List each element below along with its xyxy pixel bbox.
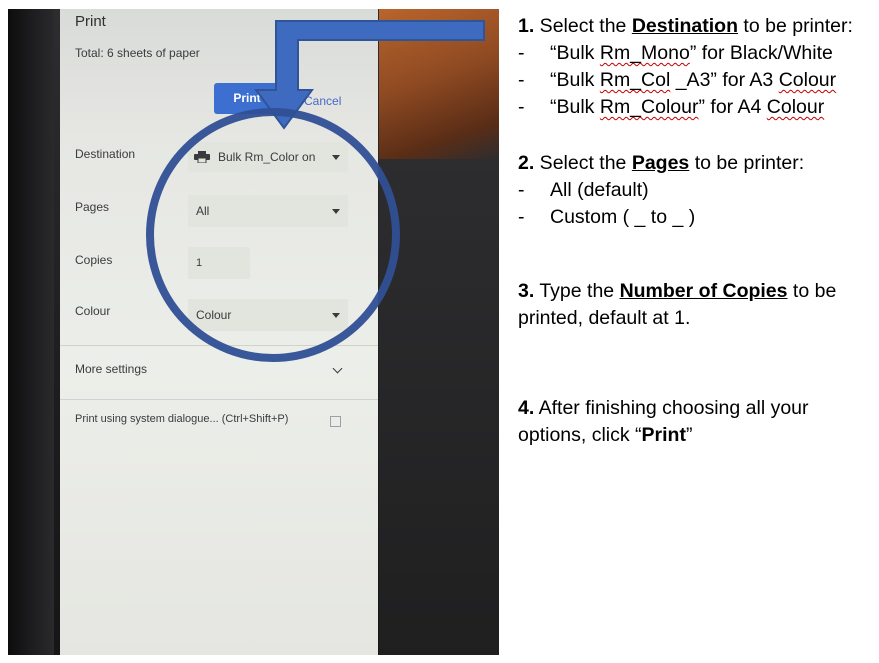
bullet-dash: -	[518, 179, 525, 201]
system-dialog-link[interactable]: Print using system dialogue... (Ctrl+Shi…	[75, 413, 288, 425]
bullet-text: Rm_Colour	[599, 96, 699, 118]
step-keyword: Number of Copies	[619, 280, 788, 302]
bullet-item: - “Bulk Rm_Mono” for Black/White	[518, 40, 874, 67]
step-text: Select the	[534, 15, 632, 37]
pages-value: All	[196, 204, 210, 218]
bullet-text: Rm_Mono	[599, 42, 690, 64]
dropdown-caret-icon	[332, 155, 340, 160]
monitor-bezel	[8, 9, 54, 655]
bullet-dash: -	[518, 42, 525, 64]
destination-value: Bulk Rm_Color on	[218, 150, 316, 164]
print-dialog: Print Total: 6 sheets of paper Print Can…	[60, 9, 378, 655]
step-3: 3. Type the Number of Copies to be print…	[518, 278, 874, 332]
sheet-total: Total: 6 sheets of paper	[75, 46, 200, 60]
bullet-item: - All (default)	[518, 177, 874, 204]
step-keyword: Pages	[631, 152, 690, 174]
step-number: 4.	[518, 397, 535, 419]
bullet-dash: -	[518, 206, 525, 228]
step-number: 3.	[518, 280, 535, 302]
divider	[60, 399, 378, 400]
bullet-text: Rm_Col	[599, 69, 671, 91]
bullet-text: Colour	[778, 69, 837, 91]
destination-label: Destination	[75, 147, 136, 161]
print-dialog-photo: Print Total: 6 sheets of paper Print Can…	[8, 9, 499, 655]
step-4: 4. After finishing choosing all your opt…	[518, 395, 874, 449]
step-text: to be printer:	[738, 15, 853, 37]
colour-value: Colour	[196, 308, 232, 322]
bullet-dash: -	[518, 69, 525, 91]
destination-select[interactable]: Bulk Rm_Color on	[188, 142, 348, 172]
step-keyword: Print	[641, 424, 686, 446]
bullet-item: - “Bulk Rm_Col _A3” for A3 Colour	[518, 67, 874, 94]
bullet-text: ” for Black/White	[689, 42, 833, 64]
open-external-icon[interactable]	[330, 416, 341, 427]
step-number: 2.	[518, 152, 535, 174]
step-text: ”	[685, 424, 693, 446]
background-desk	[379, 9, 499, 159]
step-1: 1. Select the Destination to be printer:	[518, 13, 874, 40]
copies-label: Copies	[75, 253, 113, 267]
step-2: 2. Select the Pages to be printer:	[518, 150, 874, 177]
background-dark	[379, 159, 499, 655]
bullet-text: Colour	[766, 96, 825, 118]
dropdown-caret-icon	[332, 313, 340, 318]
pages-select[interactable]: All	[188, 195, 348, 227]
divider	[60, 345, 378, 346]
dialog-title: Print	[75, 13, 106, 30]
dropdown-caret-icon	[332, 209, 340, 214]
bullet-text: Custom ( _ to _ )	[550, 206, 696, 228]
bullet-text: _A3” for A3	[670, 69, 779, 91]
step-keyword: Destination	[631, 15, 739, 37]
copies-input[interactable]: 1	[188, 247, 250, 279]
chevron-down-icon[interactable]	[332, 363, 343, 374]
colour-select[interactable]: Colour	[188, 299, 348, 331]
colour-label: Colour	[75, 304, 111, 318]
step-number: 1.	[518, 15, 535, 37]
printer-icon	[194, 151, 210, 163]
print-button[interactable]: Print	[214, 83, 292, 114]
bullet-dash: -	[518, 96, 525, 118]
copies-value: 1	[196, 257, 203, 269]
step-text: to be printer:	[689, 152, 805, 174]
step-text: Type the	[534, 280, 620, 302]
bullet-text: “Bulk	[550, 42, 600, 64]
cancel-button[interactable]: Cancel	[304, 94, 341, 108]
bullet-item: - Custom ( _ to _ )	[518, 204, 874, 231]
pages-label: Pages	[75, 200, 110, 214]
bullet-text: All (default)	[550, 179, 649, 201]
bullet-text: ” for A4	[698, 96, 767, 118]
bullet-text: “Bulk	[550, 96, 600, 118]
instructions-panel: 1. Select the Destination to be printer:…	[518, 13, 874, 449]
more-settings-label[interactable]: More settings	[75, 362, 147, 376]
bullet-text: “Bulk	[550, 69, 600, 91]
bullet-item: - “Bulk Rm_Colour” for A4 Colour	[518, 94, 874, 121]
step-text: Select the	[534, 152, 632, 174]
